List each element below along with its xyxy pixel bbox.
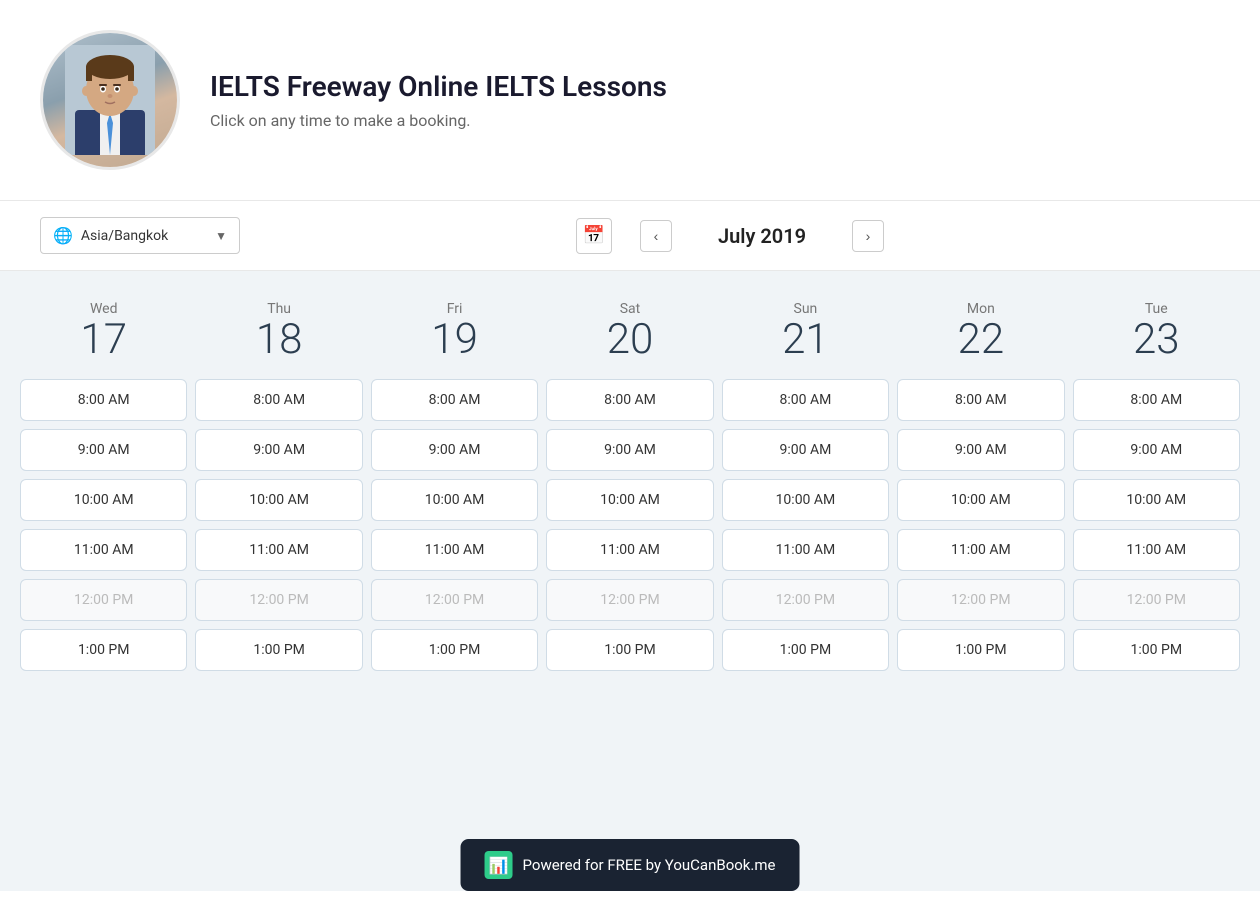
day-header-wed: Wed17	[80, 301, 127, 363]
avatar-image	[43, 33, 177, 167]
calendar-area: Wed178:00 AM9:00 AM10:00 AM11:00 AM12:00…	[0, 271, 1260, 891]
time-slot-8-00-am[interactable]: 8:00 AM	[546, 379, 713, 421]
time-slot-11-00-am[interactable]: 11:00 AM	[546, 529, 713, 571]
time-slot-1-00-pm[interactable]: 1:00 PM	[897, 629, 1064, 671]
day-header-fri: Fri19	[431, 301, 478, 363]
time-slot-10-00-am[interactable]: 10:00 AM	[20, 479, 187, 521]
time-slot-1-00-pm[interactable]: 1:00 PM	[722, 629, 889, 671]
time-slot-12-00-pm: 12:00 PM	[897, 579, 1064, 621]
avatar	[40, 30, 180, 170]
time-slot-12-00-pm: 12:00 PM	[1073, 579, 1240, 621]
day-column-thu: Thu18 8:00 AM 9:00 AM 10:00 AM 11:00 AM 12:00…	[195, 301, 362, 671]
time-slot-10-00-am[interactable]: 10:00 AM	[897, 479, 1064, 521]
day-header-mon: Mon22	[958, 301, 1005, 363]
time-slot-8-00-am[interactable]: 8:00 AM	[371, 379, 538, 421]
time-slot-11-00-am[interactable]: 11:00 AM	[20, 529, 187, 571]
day-number-label: 20	[607, 317, 654, 363]
time-slot-12-00-pm: 12:00 PM	[546, 579, 713, 621]
page-title: IELTS Freeway Online IELTS Lessons	[210, 70, 667, 103]
header: IELTS Freeway Online IELTS Lessons Click…	[0, 0, 1260, 201]
time-slot-8-00-am[interactable]: 8:00 AM	[20, 379, 187, 421]
time-slot-1-00-pm[interactable]: 1:00 PM	[546, 629, 713, 671]
next-month-button[interactable]: ›	[852, 220, 884, 252]
day-number-label: 19	[431, 317, 478, 363]
globe-icon: 🌐	[53, 226, 73, 245]
days-grid: Wed178:00 AM9:00 AM10:00 AM11:00 AM12:00…	[20, 301, 1240, 671]
month-title: July 2019	[692, 224, 832, 248]
footer-banner-text: Powered for FREE by YouCanBook.me	[523, 856, 776, 874]
time-slot-10-00-am[interactable]: 10:00 AM	[546, 479, 713, 521]
time-slot-9-00-am[interactable]: 9:00 AM	[20, 429, 187, 471]
time-slot-10-00-am[interactable]: 10:00 AM	[195, 479, 362, 521]
timezone-dropdown[interactable]: 🌐 Asia/Bangkok ▼	[40, 217, 240, 254]
page-subtitle: Click on any time to make a booking.	[210, 111, 667, 130]
time-slot-10-00-am[interactable]: 10:00 AM	[371, 479, 538, 521]
day-header-thu: Thu18	[256, 301, 303, 363]
time-slot-9-00-am[interactable]: 9:00 AM	[722, 429, 889, 471]
day-number-label: 22	[958, 317, 1005, 363]
time-slot-11-00-am[interactable]: 11:00 AM	[722, 529, 889, 571]
day-number-label: 23	[1133, 317, 1180, 363]
day-number-label: 21	[782, 317, 829, 363]
header-text-block: IELTS Freeway Online IELTS Lessons Click…	[210, 70, 667, 130]
chevron-down-icon: ▼	[215, 229, 227, 243]
day-column-sat: Sat20 8:00 AM 9:00 AM 10:00 AM 11:00 AM 12:00…	[546, 301, 713, 671]
time-slot-12-00-pm: 12:00 PM	[195, 579, 362, 621]
day-header-tue: Tue23	[1133, 301, 1180, 363]
day-column-fri: Fri19 8:00 AM 9:00 AM 10:00 AM 11:00 AM 12:00…	[371, 301, 538, 671]
footer-banner[interactable]: 📊 Powered for FREE by YouCanBook.me	[461, 839, 800, 891]
day-column-sun: Sun21 8:00 AM 9:00 AM 10:00 AM 11:00 AM 12:00…	[722, 301, 889, 671]
calendar-icon-button[interactable]: 📅	[576, 218, 612, 254]
ycbm-icon: 📊	[485, 851, 513, 879]
time-slot-10-00-am[interactable]: 10:00 AM	[722, 479, 889, 521]
time-slot-1-00-pm[interactable]: 1:00 PM	[1073, 629, 1240, 671]
time-slot-8-00-am[interactable]: 8:00 AM	[1073, 379, 1240, 421]
time-slot-11-00-am[interactable]: 11:00 AM	[371, 529, 538, 571]
day-number-label: 17	[80, 317, 127, 363]
time-slot-12-00-pm: 12:00 PM	[722, 579, 889, 621]
day-column-tue: Tue23 8:00 AM 9:00 AM 10:00 AM 11:00 AM 12:00…	[1073, 301, 1240, 671]
time-slot-11-00-am[interactable]: 11:00 AM	[897, 529, 1064, 571]
time-slot-1-00-pm[interactable]: 1:00 PM	[20, 629, 187, 671]
toolbar: 🌐 Asia/Bangkok ▼ 📅 ‹ July 2019 ›	[0, 201, 1260, 271]
time-slot-9-00-am[interactable]: 9:00 AM	[546, 429, 713, 471]
time-slot-10-00-am[interactable]: 10:00 AM	[1073, 479, 1240, 521]
time-slot-8-00-am[interactable]: 8:00 AM	[897, 379, 1064, 421]
time-slot-11-00-am[interactable]: 11:00 AM	[195, 529, 362, 571]
prev-month-button[interactable]: ‹	[640, 220, 672, 252]
timezone-label: Asia/Bangkok	[81, 228, 207, 244]
time-slot-1-00-pm[interactable]: 1:00 PM	[371, 629, 538, 671]
day-header-sat: Sat20	[607, 301, 654, 363]
time-slot-11-00-am[interactable]: 11:00 AM	[1073, 529, 1240, 571]
time-slot-9-00-am[interactable]: 9:00 AM	[195, 429, 362, 471]
day-column-mon: Mon22 8:00 AM 9:00 AM 10:00 AM 11:00 AM 12:00…	[897, 301, 1064, 671]
calendar-icon: 📅	[583, 225, 605, 246]
time-slot-9-00-am[interactable]: 9:00 AM	[371, 429, 538, 471]
time-slot-8-00-am[interactable]: 8:00 AM	[195, 379, 362, 421]
time-slot-9-00-am[interactable]: 9:00 AM	[897, 429, 1064, 471]
time-slot-9-00-am[interactable]: 9:00 AM	[1073, 429, 1240, 471]
time-slot-8-00-am[interactable]: 8:00 AM	[722, 379, 889, 421]
time-slot-1-00-pm[interactable]: 1:00 PM	[195, 629, 362, 671]
day-header-sun: Sun21	[782, 301, 829, 363]
day-column-wed: Wed17 8:00 AM 9:00 AM 10:00 AM 11:00 AM 12:00…	[20, 301, 187, 671]
day-number-label: 18	[256, 317, 303, 363]
time-slot-12-00-pm: 12:00 PM	[20, 579, 187, 621]
time-slot-12-00-pm: 12:00 PM	[371, 579, 538, 621]
month-navigation: 📅 ‹ July 2019 ›	[240, 218, 1220, 254]
